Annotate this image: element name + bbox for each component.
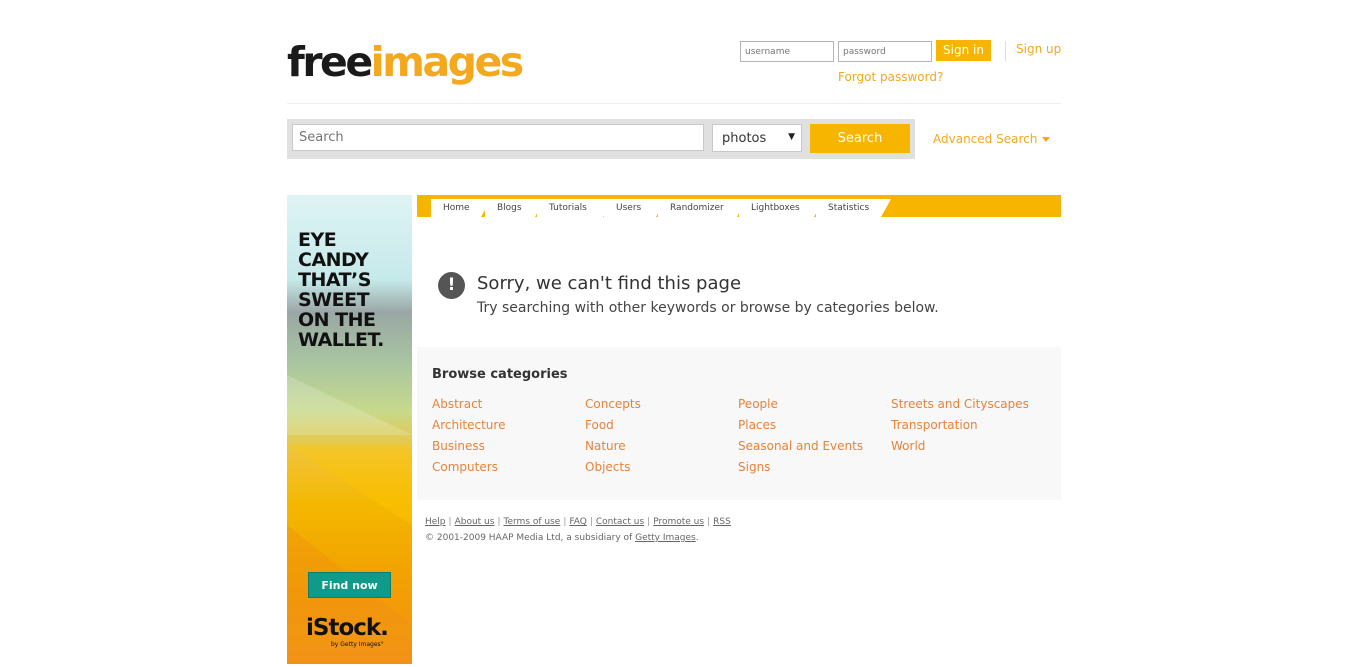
footer-separator: |	[497, 517, 501, 527]
istock-logo-sub: by Getty Images°	[331, 641, 384, 648]
search-input[interactable]	[292, 124, 704, 151]
header-divider	[1005, 41, 1006, 61]
category-link[interactable]: Signs	[738, 460, 770, 474]
ad-facet	[287, 375, 412, 435]
tab-label: Blogs	[497, 203, 522, 213]
caret-down-icon	[1042, 137, 1051, 142]
error-title: Sorry, we can't find this page	[477, 273, 742, 294]
category-link[interactable]: Food	[585, 418, 614, 432]
tab-statistics[interactable]: Statistics	[816, 199, 891, 217]
category-link[interactable]: Transportation	[891, 418, 978, 432]
category-link[interactable]: Business	[432, 439, 485, 453]
logo-part-free: free	[287, 38, 373, 86]
advanced-search-link[interactable]: Advanced Search	[933, 132, 1051, 146]
browse-categories-heading: Browse categories	[432, 367, 568, 382]
tab-label: Statistics	[828, 203, 870, 213]
search-button[interactable]: Search	[810, 124, 910, 153]
header-rule	[287, 103, 1061, 104]
ad-headline-line: EYE	[298, 229, 337, 251]
dropdown-arrow-icon: ▼	[788, 132, 795, 142]
category-link[interactable]: Places	[738, 418, 776, 432]
category-link[interactable]: Architecture	[432, 418, 505, 432]
category-link[interactable]: Abstract	[432, 397, 482, 411]
error-subtitle: Try searching with other keywords or bro…	[477, 300, 939, 316]
footer-separator: |	[589, 517, 593, 527]
ad-headline-line: SWEET	[298, 289, 370, 311]
tab-lightboxes[interactable]: Lightboxes	[739, 199, 824, 217]
istock-ad-banner[interactable]: EYE CANDY THAT’S SWEET ON THE WALLET. Fi…	[287, 195, 412, 664]
ad-headline-line: WALLET.	[298, 329, 384, 351]
advanced-search-label: Advanced Search	[933, 132, 1038, 146]
ad-headline: EYE CANDY THAT’S SWEET ON THE WALLET.	[298, 230, 408, 350]
footer-link-terms[interactable]: Terms of use	[504, 517, 561, 527]
copyright-text: © 2001-2009 HAAP Media Ltd, a subsidiary…	[425, 533, 636, 543]
site-logo[interactable]: freeimages	[287, 38, 525, 86]
category-link[interactable]: Streets and Cityscapes	[891, 397, 1029, 411]
tab-label: Randomizer	[670, 203, 724, 213]
tab-label: Home	[443, 203, 470, 213]
footer-link-help[interactable]: Help	[425, 517, 446, 527]
footer-link-faq[interactable]: FAQ	[569, 517, 586, 527]
tab-label: Users	[616, 203, 642, 213]
istock-logo: iStock.	[306, 615, 389, 641]
copyright-suffix: .	[695, 533, 699, 543]
category-link[interactable]: Concepts	[585, 397, 641, 411]
footer-links: Help | About us | Terms of use | FAQ | Contact u…	[425, 517, 731, 527]
footer-separator: |	[647, 517, 651, 527]
footer-separator: |	[448, 517, 452, 527]
ad-facet	[287, 445, 412, 525]
category-link[interactable]: People	[738, 397, 778, 411]
ad-headline-line: CANDY	[298, 249, 369, 271]
tab-blogs[interactable]: Blogs	[485, 199, 545, 217]
category-link[interactable]: World	[891, 439, 925, 453]
copyright: © 2001-2009 HAAP Media Ltd, a subsidiary…	[425, 533, 699, 543]
footer-separator: |	[563, 517, 567, 527]
getty-images-link[interactable]: Getty Images	[635, 533, 696, 543]
password-input[interactable]	[838, 41, 932, 62]
tab-tutorials[interactable]: Tutorials	[537, 199, 613, 217]
footer-separator: |	[707, 517, 711, 527]
exclamation-icon: !	[438, 272, 465, 299]
forgot-password-link[interactable]: Forgot password?	[838, 70, 943, 84]
tab-home[interactable]: Home	[431, 199, 491, 217]
category-link[interactable]: Seasonal and Events	[738, 439, 863, 453]
search-type-select[interactable]: photos ▼	[712, 124, 802, 152]
tab-label: Tutorials	[549, 203, 587, 213]
ad-headline-line: THAT’S	[298, 269, 371, 291]
tab-randomizer[interactable]: Randomizer	[658, 199, 747, 217]
search-type-value: photos	[722, 131, 767, 146]
ad-headline-line: ON THE	[298, 309, 376, 331]
tab-label: Lightboxes	[751, 203, 800, 213]
footer-link-about[interactable]: About us	[455, 517, 495, 527]
category-link[interactable]: Computers	[432, 460, 498, 474]
category-link[interactable]: Nature	[585, 439, 626, 453]
tab-users[interactable]: Users	[604, 199, 666, 217]
ad-find-now-button[interactable]: Find now	[308, 572, 391, 598]
footer-link-promote[interactable]: Promote us	[653, 517, 704, 527]
sign-up-link[interactable]: Sign up	[1016, 42, 1061, 56]
sign-in-button[interactable]: Sign in	[936, 40, 991, 61]
footer-link-contact[interactable]: Contact us	[596, 517, 644, 527]
footer-link-rss[interactable]: RSS	[713, 517, 731, 527]
category-link[interactable]: Objects	[585, 460, 630, 474]
logo-part-images: images	[370, 38, 525, 86]
username-input[interactable]	[740, 41, 834, 62]
